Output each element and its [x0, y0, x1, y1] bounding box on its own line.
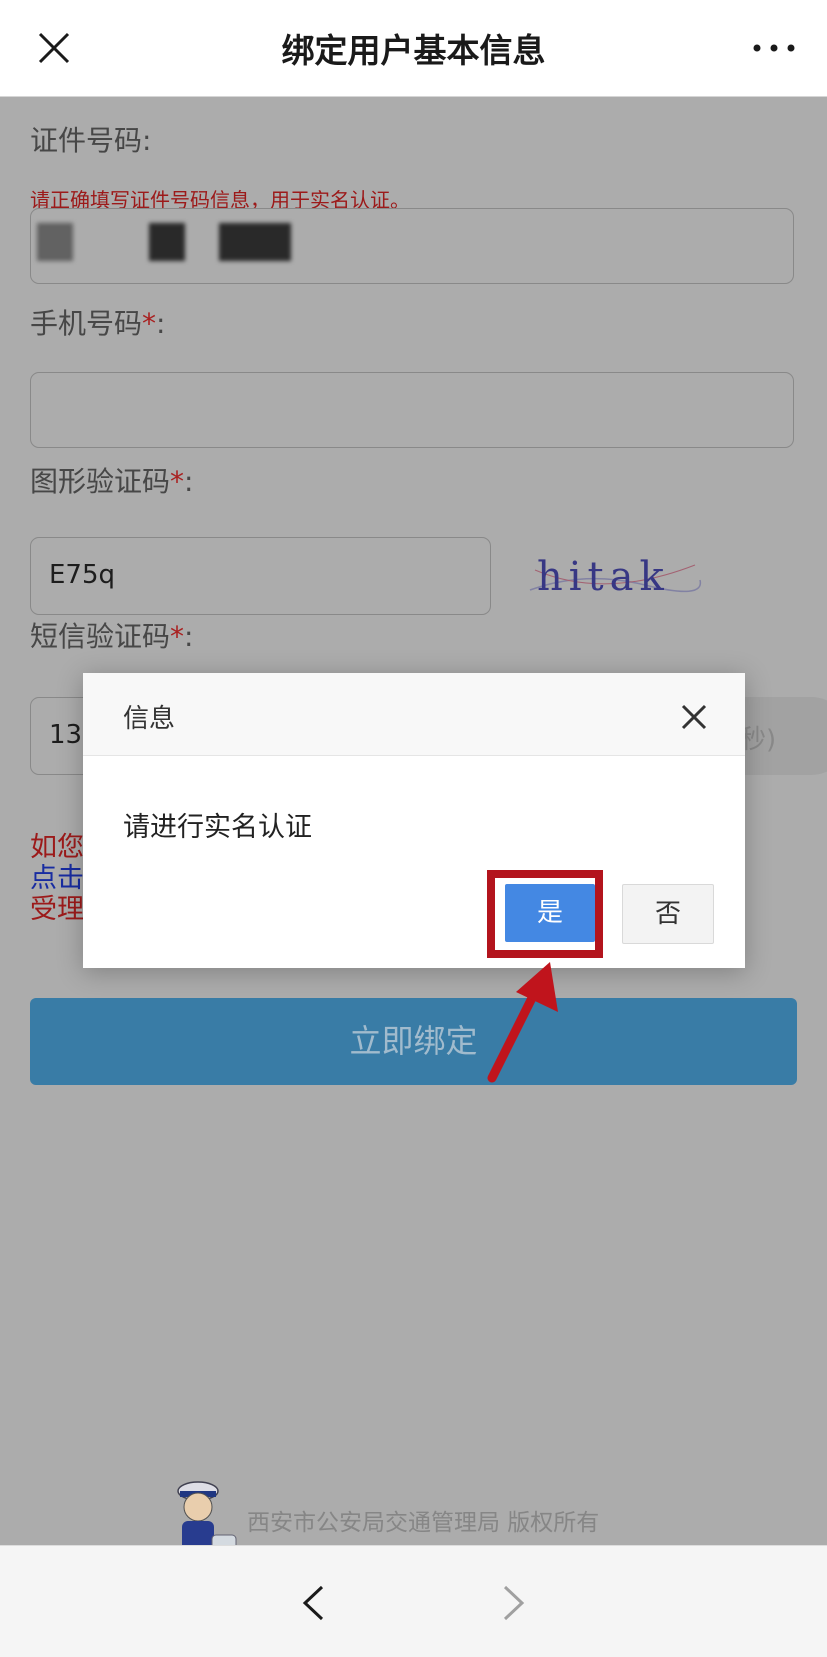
browser-bottom-bar	[0, 1545, 827, 1657]
more-icon[interactable]	[752, 42, 796, 54]
dialog-message: 请进行实名认证	[123, 812, 312, 843]
dialog-header: 信息	[83, 673, 745, 756]
dialog-close-icon[interactable]	[680, 703, 708, 731]
dialog-title: 信息	[123, 704, 176, 734]
no-button[interactable]: 否	[622, 884, 714, 944]
title-bar: 绑定用户基本信息	[0, 0, 827, 97]
info-dialog: 信息 请进行实名认证 是 否	[83, 673, 745, 968]
back-arrow-icon[interactable]	[300, 1584, 326, 1622]
pointer-arrow-icon	[487, 962, 558, 1083]
highlight-box	[487, 870, 603, 958]
forward-arrow-icon[interactable]	[501, 1584, 527, 1622]
page-title: 绑定用户基本信息	[281, 31, 546, 70]
